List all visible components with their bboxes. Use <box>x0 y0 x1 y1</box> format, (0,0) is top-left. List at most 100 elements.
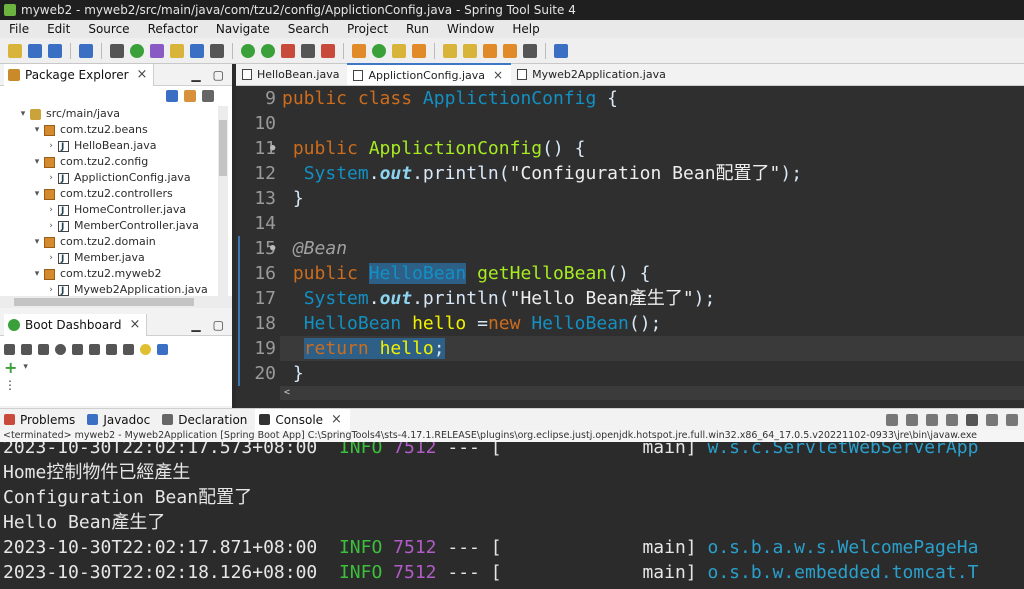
new-class-icon[interactable] <box>372 43 386 58</box>
stop-icon[interactable] <box>301 43 315 58</box>
expand-right-icon[interactable]: › <box>46 170 56 186</box>
clear-console-icon[interactable] <box>986 413 998 426</box>
tree-vertical-scrollbar[interactable] <box>218 106 228 296</box>
expand-down-icon[interactable]: ▾ <box>32 154 42 170</box>
expand-down-icon[interactable]: ▾ <box>32 122 42 138</box>
menu-search[interactable]: Search <box>279 20 338 38</box>
expand-right-icon[interactable]: › <box>46 282 56 296</box>
previous-annotation-icon[interactable] <box>463 43 477 58</box>
remove-all-icon[interactable] <box>926 413 938 426</box>
menu-navigate[interactable]: Navigate <box>207 20 279 38</box>
expand-right-icon[interactable]: › <box>46 202 56 218</box>
menu-edit[interactable]: Edit <box>38 20 79 38</box>
close-icon[interactable]: × <box>331 412 342 427</box>
filter-icon[interactable] <box>157 343 168 355</box>
tab-problems[interactable]: Problems <box>0 409 83 431</box>
expand-right-icon[interactable]: › <box>46 250 56 266</box>
tab-package-explorer[interactable]: Package Explorer × <box>4 63 155 86</box>
open-config-icon[interactable] <box>89 343 100 355</box>
expand-down-icon[interactable]: ▾ <box>18 106 28 122</box>
close-icon[interactable]: × <box>137 67 148 82</box>
relaunch-icon[interactable] <box>321 43 335 58</box>
tree-item[interactable]: › MemberController.java <box>0 218 218 235</box>
tree-item[interactable]: ▾ src/main/java <box>0 106 218 122</box>
last-edit-icon[interactable] <box>483 43 497 58</box>
tab-declaration[interactable]: Declaration <box>158 409 255 431</box>
editor-tab[interactable]: Myweb2Application.java <box>511 63 674 85</box>
open-browser-icon[interactable] <box>72 343 83 355</box>
perspective-icon[interactable] <box>554 43 568 58</box>
tree-item[interactable]: ▾ com.tzu2.controllers <box>0 186 218 202</box>
menu-source[interactable]: Source <box>79 20 138 38</box>
view-menu-icon[interactable] <box>202 90 214 102</box>
expand-down-icon[interactable]: ▾ <box>32 266 42 282</box>
boot-dashboard-icon[interactable] <box>130 43 144 58</box>
expand-right-icon[interactable]: › <box>46 218 56 234</box>
debug-icon[interactable] <box>21 343 32 355</box>
editor-tab[interactable]: ApplictionConfig.java × <box>347 63 512 85</box>
debug-icon[interactable] <box>241 43 255 58</box>
external-tools-icon[interactable] <box>281 43 295 58</box>
tab-javadoc[interactable]: Javadoc <box>83 409 158 431</box>
skip-breakpoints-icon[interactable] <box>110 43 124 58</box>
tree-horizontal-scrollbar[interactable] <box>0 296 232 308</box>
next-annotation-icon[interactable] <box>443 43 457 58</box>
scroll-lock-icon[interactable] <box>946 413 958 426</box>
menu-run[interactable]: Run <box>397 20 438 38</box>
terminate-icon[interactable] <box>966 413 978 426</box>
menu-file[interactable]: File <box>0 20 38 38</box>
save-icon[interactable] <box>28 43 42 58</box>
close-icon[interactable]: × <box>493 68 503 82</box>
menu-window[interactable]: Window <box>438 20 503 38</box>
start-icon[interactable] <box>4 343 15 355</box>
task-icon[interactable] <box>190 43 204 58</box>
minimize-icon[interactable]: ▁ <box>191 318 200 332</box>
add-icon[interactable]: + <box>4 358 17 377</box>
expand-right-icon[interactable]: › <box>46 138 56 154</box>
console-output[interactable]: 2023-10-30T22:02:17.573+08:00 INFO 7512 … <box>0 442 1024 589</box>
fold-marker-icon[interactable]: ● <box>270 236 275 261</box>
pin-icon[interactable] <box>886 413 898 426</box>
collapse-all-icon[interactable] <box>166 90 178 102</box>
maximize-icon[interactable]: ▢ <box>213 68 224 82</box>
more-icon[interactable]: ⋮ <box>4 378 16 392</box>
open-folder-icon[interactable] <box>170 43 184 58</box>
chevron-down-icon[interactable]: ▾ <box>23 362 28 372</box>
search-icon[interactable] <box>412 43 426 58</box>
fold-marker-icon[interactable]: ● <box>270 136 275 161</box>
tree-item[interactable]: › Member.java <box>0 250 218 267</box>
tree-item[interactable]: ▾ com.tzu2.domain <box>0 234 218 250</box>
editor-tab[interactable]: HelloBean.java <box>236 63 347 85</box>
editor-horizontal-scrollbar[interactable]: < <box>280 386 1024 400</box>
restart-icon[interactable] <box>55 343 66 355</box>
tree-item[interactable]: › ApplictionConfig.java <box>0 170 218 187</box>
menu-refactor[interactable]: Refactor <box>139 20 207 38</box>
terminal-icon[interactable] <box>79 43 93 58</box>
stop-icon[interactable] <box>38 343 49 355</box>
scroll-left-icon[interactable]: < <box>284 387 290 398</box>
tree-item[interactable]: › Myweb2Application.java <box>0 282 218 297</box>
forward-icon[interactable] <box>523 43 537 58</box>
edit-icon[interactable] <box>106 343 117 355</box>
link-editor-icon[interactable] <box>184 90 196 102</box>
tab-console[interactable]: Console × <box>255 408 350 431</box>
tree-item[interactable]: › HelloBean.java <box>0 138 218 155</box>
menu-help[interactable]: Help <box>503 20 548 38</box>
paragraph-icon[interactable] <box>210 43 224 58</box>
open-type-icon[interactable] <box>150 43 164 58</box>
tab-boot-dashboard[interactable]: Boot Dashboard × <box>4 313 148 336</box>
tree-item[interactable]: ▾ com.tzu2.config <box>0 154 218 170</box>
menu-project[interactable]: Project <box>338 20 397 38</box>
code-area[interactable]: < 9 public class ApplictionConfig {10 11 ● … <box>236 86 1024 400</box>
tree-item[interactable]: › HomeController.java <box>0 202 218 219</box>
expand-down-icon[interactable]: ▾ <box>32 186 42 202</box>
bulb-icon[interactable] <box>140 343 151 355</box>
display-selected-console-icon[interactable] <box>1006 413 1018 426</box>
console-icon[interactable] <box>123 343 134 355</box>
minimize-icon[interactable]: ▁ <box>191 68 200 82</box>
run-icon[interactable] <box>261 43 275 58</box>
save-all-icon[interactable] <box>48 43 62 58</box>
expand-down-icon[interactable]: ▾ <box>32 234 42 250</box>
tree-item[interactable]: ▾ com.tzu2.beans <box>0 122 218 138</box>
maximize-icon[interactable]: ▢ <box>213 318 224 332</box>
